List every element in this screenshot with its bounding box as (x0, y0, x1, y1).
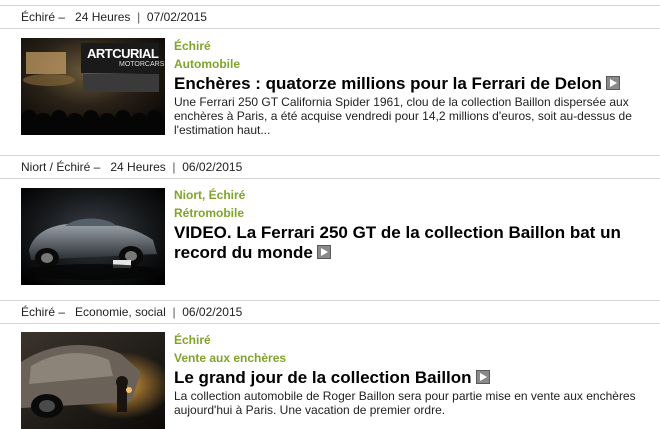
article-title[interactable]: Le grand jour de la collection Baillon (174, 368, 472, 387)
meta-separator: | (137, 10, 141, 24)
article-title-row: Enchères : quatorze millions pour la Fer… (174, 74, 654, 94)
article-content: Échiré Vente aux enchères Le grand jour … (174, 331, 654, 417)
article-category[interactable]: Vente aux enchères (174, 349, 654, 367)
article-title[interactable]: VIDEO. La Ferrari 250 GT de la collectio… (174, 223, 621, 262)
article-content: Niort, Échiré Rétromobile VIDEO. La Ferr… (174, 186, 654, 263)
meta-separator: | (172, 160, 176, 174)
article-content: Échiré Automobile Enchères : quatorze mi… (174, 37, 654, 137)
article-thumbnail[interactable] (21, 332, 165, 429)
article-description: Une Ferrari 250 GT California Spider 196… (174, 95, 632, 137)
article-title[interactable]: Enchères : quatorze millions pour la Fer… (174, 74, 602, 93)
meta-separator: | (172, 305, 176, 319)
play-icon[interactable] (475, 370, 490, 384)
article-meta: Niort / Échiré – 24 Heures | 06/02/2015 (0, 155, 660, 179)
article-category[interactable]: Automobile (174, 55, 654, 73)
article-thumbnail[interactable]: ARTCURIAL MOTORCARS (21, 38, 165, 135)
article-location[interactable]: Échiré (174, 331, 654, 349)
article-category[interactable]: Rétromobile (174, 204, 654, 222)
meta-date: 06/02/2015 (182, 160, 243, 174)
play-icon[interactable] (605, 76, 620, 90)
meta-source[interactable]: 24 Heures (110, 160, 165, 174)
article-thumbnail[interactable] (21, 188, 165, 285)
article-location[interactable]: Niort, Échiré (174, 186, 654, 204)
meta-source[interactable]: 24 Heures (75, 10, 130, 24)
meta-place: Échiré – (21, 10, 66, 24)
meta-place: Niort / Échiré – (21, 160, 101, 174)
meta-date: 06/02/2015 (182, 305, 243, 319)
article-meta: Échiré – 24 Heures | 07/02/2015 (0, 5, 660, 29)
thumb-brand-sub: MOTORCARS (119, 61, 165, 68)
ferrari-car-photo (21, 188, 165, 285)
article-description: La collection automobile de Roger Baillo… (174, 389, 636, 417)
play-icon[interactable] (316, 245, 331, 259)
article-title-row: Le grand jour de la collection Baillon (174, 368, 654, 388)
thumb-brand-text: ARTCURIAL (87, 46, 159, 61)
meta-date: 07/02/2015 (146, 10, 207, 24)
article-meta: Échiré – Economie, social | 06/02/2015 (0, 300, 660, 324)
article-title-row: VIDEO. La Ferrari 250 GT de la collectio… (174, 223, 654, 263)
meta-place: Échiré – (21, 305, 66, 319)
meta-source[interactable]: Economie, social (75, 305, 166, 319)
vintage-car-photo (21, 332, 165, 429)
article-location[interactable]: Échiré (174, 37, 654, 55)
